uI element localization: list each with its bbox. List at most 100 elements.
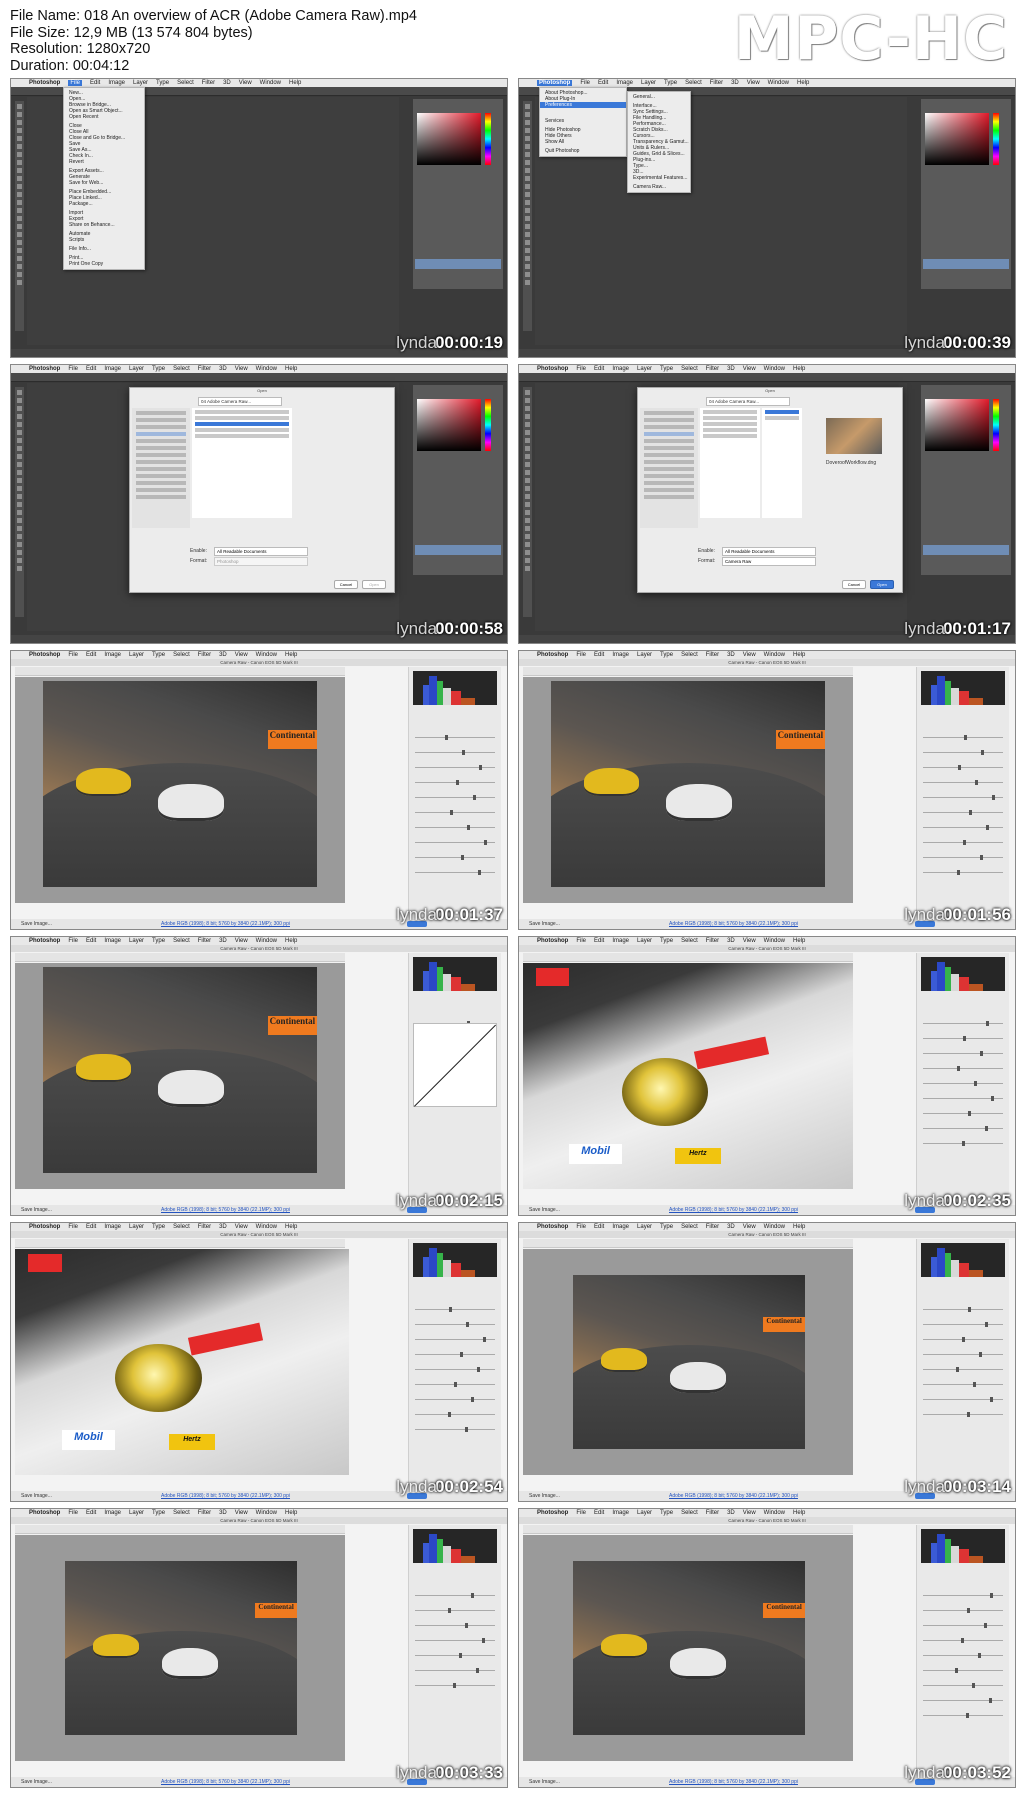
adjustment-slider[interactable] (415, 765, 495, 770)
adjustment-slider[interactable] (923, 1668, 1003, 1673)
camera-raw-toolbar[interactable] (523, 1239, 853, 1248)
dialog-sidebar[interactable] (132, 408, 190, 528)
format-dropdown[interactable]: Photoshop (214, 557, 308, 566)
folder-dropdown[interactable]: 04 Adobe Camera Raw... (706, 397, 790, 406)
adjustment-slider[interactable] (923, 1382, 1003, 1387)
save-image-button[interactable]: Save Image... (21, 1205, 52, 1215)
workflow-options-link[interactable]: Adobe RGB (1998); 8 bit; 5760 by 3840 (2… (669, 919, 798, 929)
cancel-button[interactable]: Cancel (842, 580, 866, 589)
adjustment-slider[interactable] (415, 1322, 495, 1327)
tools-panel[interactable] (15, 101, 24, 331)
enable-dropdown[interactable]: All Readable Documents (722, 547, 816, 556)
adjustment-slider[interactable] (923, 1698, 1003, 1703)
adjustment-slider[interactable] (415, 870, 495, 875)
image-preview-area[interactable]: Continental (523, 1535, 853, 1761)
adjustment-slider[interactable] (923, 1126, 1003, 1131)
adjustment-slider[interactable] (415, 810, 495, 815)
layer-row[interactable] (923, 259, 1009, 269)
adjustment-slider[interactable] (923, 825, 1003, 830)
workflow-options-link[interactable]: Adobe RGB (1998); 8 bit; 5760 by 3840 (2… (161, 1777, 290, 1787)
adjustment-slider[interactable] (415, 1352, 495, 1357)
adjustment-slider[interactable] (923, 1111, 1003, 1116)
color-picker[interactable] (925, 399, 989, 451)
image-preview-area[interactable]: Mobil Hertz (523, 963, 853, 1189)
save-image-button[interactable]: Save Image... (529, 1491, 560, 1501)
hue-slider[interactable] (993, 113, 999, 165)
camera-raw-toolbar[interactable] (15, 1239, 345, 1248)
adjustment-slider[interactable] (415, 1367, 495, 1372)
adjustment-slider[interactable] (923, 1322, 1003, 1327)
open-button[interactable]: Open (362, 580, 386, 589)
tools-panel[interactable] (523, 387, 532, 617)
image-preview-area[interactable]: Continental (15, 1535, 345, 1761)
tools-panel[interactable] (15, 387, 24, 617)
adjustment-slider[interactable] (923, 1051, 1003, 1056)
camera-raw-toolbar[interactable] (523, 1525, 853, 1534)
camera-raw-toolbar[interactable] (523, 667, 853, 676)
adjustment-slider[interactable] (415, 840, 495, 845)
save-image-button[interactable]: Save Image... (21, 1491, 52, 1501)
adjustment-slider[interactable] (415, 1653, 495, 1658)
adjustment-slider[interactable] (923, 840, 1003, 845)
adjustment-slider[interactable] (923, 1397, 1003, 1402)
adjustment-slider[interactable] (923, 1713, 1003, 1718)
photoshop-app-menu[interactable]: About Photoshop... About Plug-In Preferenc… (539, 87, 627, 157)
adjustment-slider[interactable] (923, 1307, 1003, 1312)
file-menu[interactable]: New... Open... Browse in Bridge... Open as … (63, 87, 145, 270)
workflow-options-link[interactable]: Adobe RGB (1998); 8 bit; 5760 by 3840 (2… (161, 919, 290, 929)
save-image-button[interactable]: Save Image... (529, 919, 560, 929)
hue-slider[interactable] (993, 399, 999, 451)
color-picker[interactable] (925, 113, 989, 165)
camera-raw-toolbar[interactable] (15, 953, 345, 962)
adjustment-slider[interactable] (415, 1397, 495, 1402)
layer-row[interactable] (415, 545, 501, 555)
adjustment-slider[interactable] (923, 1623, 1003, 1628)
layer-row[interactable] (415, 259, 501, 269)
adjustment-slider[interactable] (923, 1608, 1003, 1613)
adjustment-slider[interactable] (923, 795, 1003, 800)
layer-row[interactable] (923, 545, 1009, 555)
adjustment-slider[interactable] (415, 1638, 495, 1643)
save-image-button[interactable]: Save Image... (21, 919, 52, 929)
adjustment-slider[interactable] (415, 1427, 495, 1432)
file-list[interactable] (192, 408, 292, 518)
save-image-button[interactable]: Save Image... (529, 1205, 560, 1215)
adjustment-slider[interactable] (923, 810, 1003, 815)
adjustment-slider[interactable] (415, 1608, 495, 1613)
tone-curve[interactable] (413, 1023, 497, 1107)
adjustment-slider[interactable] (415, 735, 495, 740)
adjustment-slider[interactable] (923, 1141, 1003, 1146)
adjustment-slider[interactable] (923, 855, 1003, 860)
adjustment-slider[interactable] (415, 1382, 495, 1387)
workflow-options-link[interactable]: Adobe RGB (1998); 8 bit; 5760 by 3840 (2… (161, 1205, 290, 1215)
adjustment-slider[interactable] (415, 1307, 495, 1312)
adjustment-slider[interactable] (415, 795, 495, 800)
workflow-options-link[interactable]: Adobe RGB (1998); 8 bit; 5760 by 3840 (2… (161, 1491, 290, 1501)
workflow-options-link[interactable]: Adobe RGB (1998); 8 bit; 5760 by 3840 (2… (669, 1491, 798, 1501)
adjustment-slider[interactable] (415, 1668, 495, 1673)
adjustment-slider[interactable] (923, 1352, 1003, 1357)
adjustment-slider[interactable] (923, 750, 1003, 755)
dialog-sidebar[interactable] (640, 408, 698, 528)
adjustment-slider[interactable] (923, 765, 1003, 770)
color-picker[interactable] (417, 113, 481, 165)
open-button[interactable]: Open (870, 580, 894, 589)
adjustment-slider[interactable] (923, 780, 1003, 785)
adjustment-slider[interactable] (923, 1036, 1003, 1041)
adjustment-slider[interactable] (923, 870, 1003, 875)
preferences-submenu[interactable]: General... Interface... Sync Settings... F… (627, 91, 691, 193)
adjustment-slider[interactable] (923, 1096, 1003, 1101)
image-preview-area[interactable]: Continental (15, 677, 345, 903)
camera-raw-toolbar[interactable] (523, 953, 853, 962)
folder-dropdown[interactable]: 04 Adobe Camera Raw... (198, 397, 282, 406)
adjustment-slider[interactable] (923, 1066, 1003, 1071)
enable-dropdown[interactable]: All Readable Documents (214, 547, 308, 556)
adjustment-slider[interactable] (415, 1623, 495, 1628)
adjustment-slider[interactable] (415, 1337, 495, 1342)
image-preview-area[interactable]: Mobil Hertz (15, 1249, 349, 1475)
adjustment-slider[interactable] (923, 1021, 1003, 1026)
camera-raw-toolbar[interactable] (15, 1525, 345, 1534)
image-preview-area[interactable]: Continental (15, 963, 345, 1189)
workflow-options-link[interactable]: Adobe RGB (1998); 8 bit; 5760 by 3840 (2… (669, 1777, 798, 1787)
adjustment-slider[interactable] (923, 1367, 1003, 1372)
